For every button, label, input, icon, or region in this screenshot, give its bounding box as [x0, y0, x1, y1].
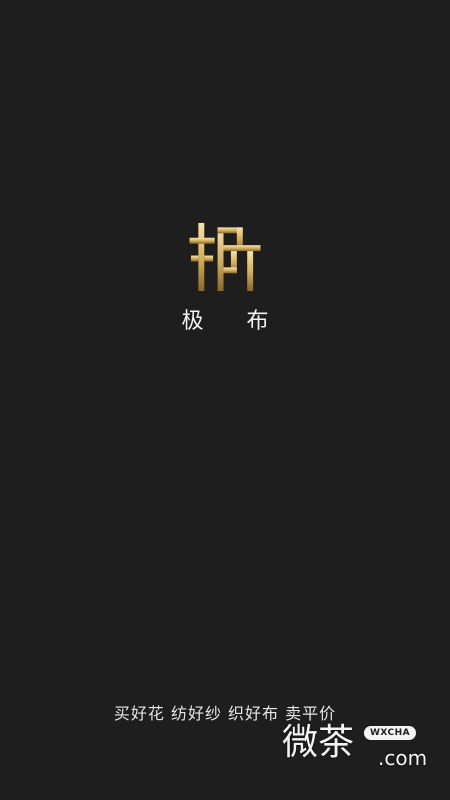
watermark-chinese: 微茶	[282, 722, 355, 763]
watermark: 微茶 WXCHA .com	[282, 718, 432, 778]
watermark-domain: .com	[378, 746, 428, 770]
watermark-badge: WXCHA	[364, 726, 417, 740]
app-name: 极 布	[181, 309, 287, 334]
app-logo	[0, 220, 450, 300]
splash-screen: 极 布 买好花 纺好纱 织好布 卖平价 微茶 WXCHA .com	[0, 0, 450, 800]
jibu-logo-icon	[189, 222, 261, 292]
